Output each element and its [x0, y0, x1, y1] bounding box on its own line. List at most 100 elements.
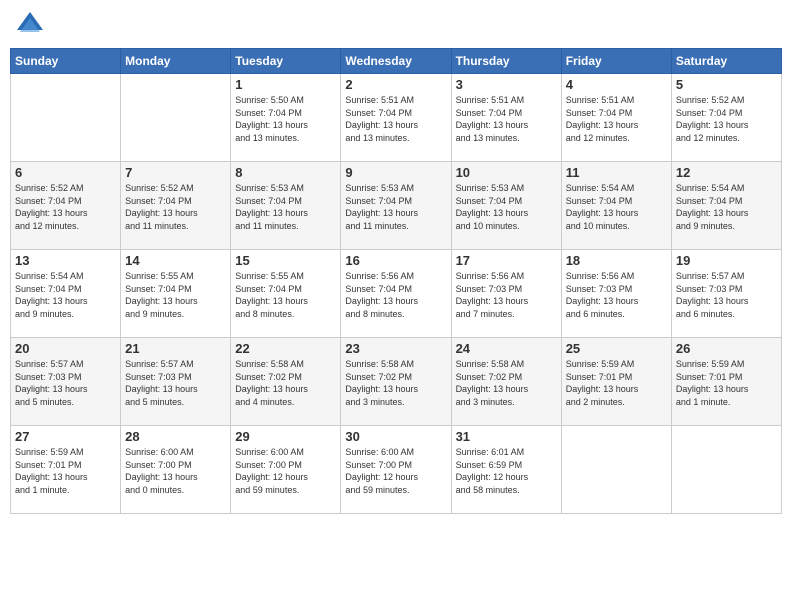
day-info: Sunrise: 6:01 AM Sunset: 6:59 PM Dayligh…	[456, 446, 557, 496]
day-number: 14	[125, 253, 226, 268]
day-number: 27	[15, 429, 116, 444]
day-info: Sunrise: 5:53 AM Sunset: 7:04 PM Dayligh…	[345, 182, 446, 232]
logo-icon	[15, 10, 45, 40]
calendar-week-1: 1Sunrise: 5:50 AM Sunset: 7:04 PM Daylig…	[11, 74, 782, 162]
calendar-cell: 27 Sunrise: 5:59 AM Sunset: 7:01 PM Dayli…	[11, 426, 121, 514]
day-info: Sunrise: 5:54 AM Sunset: 7:04 PM Dayligh…	[566, 182, 667, 232]
column-header-sunday: Sunday	[11, 49, 121, 74]
day-info: Sunrise: 5:55 AM Sunset: 7:04 PM Dayligh…	[235, 270, 336, 320]
calendar-cell: 24 Sunrise: 5:58 AM Sunset: 7:02 PM Dayli…	[451, 338, 561, 426]
day-number: 3	[456, 77, 557, 92]
day-info: Sunrise: 5:58 AM Sunset: 7:02 PM Dayligh…	[345, 358, 446, 408]
calendar-cell: 5 Sunrise: 5:52 AM Sunset: 7:04 PM Daylig…	[671, 74, 781, 162]
day-number: 25	[566, 341, 667, 356]
day-number: 11	[566, 165, 667, 180]
day-info: Sunrise: 6:00 AM Sunset: 7:00 PM Dayligh…	[235, 446, 336, 496]
day-info: Sunrise: 5:51 AM Sunset: 7:04 PM Dayligh…	[456, 94, 557, 144]
column-header-wednesday: Wednesday	[341, 49, 451, 74]
day-number: 6	[15, 165, 116, 180]
day-number: 22	[235, 341, 336, 356]
day-number: 24	[456, 341, 557, 356]
calendar-cell: 14 Sunrise: 5:55 AM Sunset: 7:04 PM Dayli…	[121, 250, 231, 338]
calendar-table: SundayMondayTuesdayWednesdayThursdayFrid…	[10, 48, 782, 514]
day-number: 4	[566, 77, 667, 92]
calendar-cell: 6 Sunrise: 5:52 AM Sunset: 7:04 PM Daylig…	[11, 162, 121, 250]
calendar-cell: 29 Sunrise: 6:00 AM Sunset: 7:00 PM Dayli…	[231, 426, 341, 514]
calendar-cell: 4Sunrise: 5:51 AM Sunset: 7:04 PM Daylig…	[561, 74, 671, 162]
day-info: Sunrise: 5:57 AM Sunset: 7:03 PM Dayligh…	[676, 270, 777, 320]
calendar-cell: 2 Sunrise: 5:51 AM Sunset: 7:04 PM Daylig…	[341, 74, 451, 162]
day-info: Sunrise: 5:57 AM Sunset: 7:03 PM Dayligh…	[15, 358, 116, 408]
logo	[15, 10, 49, 40]
column-header-thursday: Thursday	[451, 49, 561, 74]
day-info: Sunrise: 5:50 AM Sunset: 7:04 PM Dayligh…	[235, 94, 336, 144]
calendar-week-2: 6 Sunrise: 5:52 AM Sunset: 7:04 PM Daylig…	[11, 162, 782, 250]
day-number: 20	[15, 341, 116, 356]
day-number: 7	[125, 165, 226, 180]
calendar-cell: 9Sunrise: 5:53 AM Sunset: 7:04 PM Daylig…	[341, 162, 451, 250]
calendar-cell: 7Sunrise: 5:52 AM Sunset: 7:04 PM Daylig…	[121, 162, 231, 250]
day-info: Sunrise: 5:52 AM Sunset: 7:04 PM Dayligh…	[676, 94, 777, 144]
day-number: 16	[345, 253, 446, 268]
column-header-friday: Friday	[561, 49, 671, 74]
day-number: 8	[235, 165, 336, 180]
calendar-cell: 26 Sunrise: 5:59 AM Sunset: 7:01 PM Dayli…	[671, 338, 781, 426]
calendar-cell: 23 Sunrise: 5:58 AM Sunset: 7:02 PM Dayli…	[341, 338, 451, 426]
day-info: Sunrise: 5:56 AM Sunset: 7:03 PM Dayligh…	[566, 270, 667, 320]
day-number: 26	[676, 341, 777, 356]
calendar-cell: 12Sunrise: 5:54 AM Sunset: 7:04 PM Dayli…	[671, 162, 781, 250]
calendar-cell: 19 Sunrise: 5:57 AM Sunset: 7:03 PM Dayli…	[671, 250, 781, 338]
calendar-cell: 1Sunrise: 5:50 AM Sunset: 7:04 PM Daylig…	[231, 74, 341, 162]
day-number: 19	[676, 253, 777, 268]
day-info: Sunrise: 5:55 AM Sunset: 7:04 PM Dayligh…	[125, 270, 226, 320]
day-info: Sunrise: 5:52 AM Sunset: 7:04 PM Dayligh…	[15, 182, 116, 232]
page-header	[10, 10, 782, 40]
day-info: Sunrise: 5:58 AM Sunset: 7:02 PM Dayligh…	[235, 358, 336, 408]
column-header-saturday: Saturday	[671, 49, 781, 74]
calendar-cell: 30Sunrise: 6:00 AM Sunset: 7:00 PM Dayli…	[341, 426, 451, 514]
calendar-cell	[11, 74, 121, 162]
calendar-cell: 11 Sunrise: 5:54 AM Sunset: 7:04 PM Dayli…	[561, 162, 671, 250]
day-info: Sunrise: 5:57 AM Sunset: 7:03 PM Dayligh…	[125, 358, 226, 408]
day-info: Sunrise: 5:56 AM Sunset: 7:04 PM Dayligh…	[345, 270, 446, 320]
day-number: 15	[235, 253, 336, 268]
day-info: Sunrise: 5:58 AM Sunset: 7:02 PM Dayligh…	[456, 358, 557, 408]
day-number: 23	[345, 341, 446, 356]
day-number: 21	[125, 341, 226, 356]
calendar-cell: 21 Sunrise: 5:57 AM Sunset: 7:03 PM Dayli…	[121, 338, 231, 426]
day-info: Sunrise: 5:59 AM Sunset: 7:01 PM Dayligh…	[676, 358, 777, 408]
calendar-cell: 25 Sunrise: 5:59 AM Sunset: 7:01 PM Dayli…	[561, 338, 671, 426]
day-number: 28	[125, 429, 226, 444]
calendar-week-5: 27 Sunrise: 5:59 AM Sunset: 7:01 PM Dayli…	[11, 426, 782, 514]
day-number: 29	[235, 429, 336, 444]
day-info: Sunrise: 5:54 AM Sunset: 7:04 PM Dayligh…	[15, 270, 116, 320]
calendar-cell: 28Sunrise: 6:00 AM Sunset: 7:00 PM Dayli…	[121, 426, 231, 514]
day-number: 30	[345, 429, 446, 444]
calendar-cell	[121, 74, 231, 162]
day-info: Sunrise: 5:51 AM Sunset: 7:04 PM Dayligh…	[345, 94, 446, 144]
day-info: Sunrise: 5:53 AM Sunset: 7:04 PM Dayligh…	[235, 182, 336, 232]
day-info: Sunrise: 5:54 AM Sunset: 7:04 PM Dayligh…	[676, 182, 777, 232]
calendar-cell	[561, 426, 671, 514]
calendar-cell: 15 Sunrise: 5:55 AM Sunset: 7:04 PM Dayli…	[231, 250, 341, 338]
calendar-cell: 13 Sunrise: 5:54 AM Sunset: 7:04 PM Dayli…	[11, 250, 121, 338]
day-number: 18	[566, 253, 667, 268]
day-info: Sunrise: 5:56 AM Sunset: 7:03 PM Dayligh…	[456, 270, 557, 320]
calendar-cell: 18 Sunrise: 5:56 AM Sunset: 7:03 PM Dayli…	[561, 250, 671, 338]
calendar-cell: 8 Sunrise: 5:53 AM Sunset: 7:04 PM Daylig…	[231, 162, 341, 250]
day-info: Sunrise: 5:59 AM Sunset: 7:01 PM Dayligh…	[566, 358, 667, 408]
calendar-week-3: 13 Sunrise: 5:54 AM Sunset: 7:04 PM Dayli…	[11, 250, 782, 338]
calendar-header-row: SundayMondayTuesdayWednesdayThursdayFrid…	[11, 49, 782, 74]
day-number: 10	[456, 165, 557, 180]
day-number: 31	[456, 429, 557, 444]
day-info: Sunrise: 5:53 AM Sunset: 7:04 PM Dayligh…	[456, 182, 557, 232]
day-info: Sunrise: 5:59 AM Sunset: 7:01 PM Dayligh…	[15, 446, 116, 496]
day-number: 2	[345, 77, 446, 92]
calendar-cell: 10 Sunrise: 5:53 AM Sunset: 7:04 PM Dayli…	[451, 162, 561, 250]
calendar-cell	[671, 426, 781, 514]
day-number: 5	[676, 77, 777, 92]
column-header-tuesday: Tuesday	[231, 49, 341, 74]
day-number: 17	[456, 253, 557, 268]
day-number: 13	[15, 253, 116, 268]
column-header-monday: Monday	[121, 49, 231, 74]
